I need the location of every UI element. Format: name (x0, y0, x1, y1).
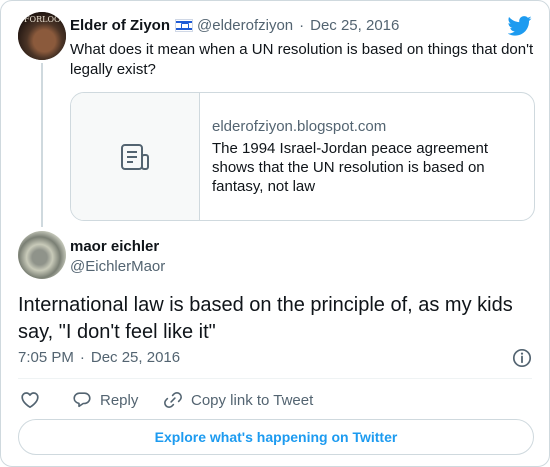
twitter-bird-icon[interactable] (508, 16, 532, 36)
info-icon[interactable] (512, 348, 532, 368)
main-author-avatar[interactable] (18, 231, 66, 279)
tweet-date: Dec 25, 2016 (90, 349, 181, 366)
timestamp-separator: · (79, 349, 85, 366)
explore-twitter-button[interactable]: Explore what's happening on Twitter (18, 419, 534, 455)
link-icon (164, 392, 182, 408)
reply-label: Reply (100, 391, 139, 409)
parent-tweet-header: Elder of Ziyon @elderofziyon · Dec 25, 2016 (70, 17, 399, 35)
thread-connector-line (41, 63, 43, 227)
reply-button[interactable]: Reply (72, 390, 138, 410)
avatar-logo-text: FORLOOK (24, 15, 66, 24)
parent-tweet-date[interactable]: Dec 25, 2016 (310, 17, 399, 34)
reply-icon (73, 392, 91, 408)
document-icon (121, 144, 149, 170)
heart-icon (21, 392, 39, 409)
parent-author-avatar[interactable]: FORLOOK (18, 12, 66, 60)
header-separator: · (299, 17, 305, 34)
parent-author-handle[interactable]: @elderofziyon (197, 17, 293, 34)
link-domain: elderofziyon.blogspot.com (212, 118, 387, 135)
main-author-name[interactable]: maor eichler (70, 238, 159, 256)
link-preview-card[interactable]: elderofziyon.blogspot.com The 1994 Israe… (70, 92, 535, 221)
like-button[interactable] (20, 390, 40, 410)
copy-link-label: Copy link to Tweet (191, 391, 314, 409)
main-author-handle[interactable]: @EichlerMaor (70, 258, 165, 276)
actions-divider (18, 378, 532, 379)
link-description: The 1994 Israel-Jordan peace agreement s… (212, 140, 489, 195)
tweet-embed-card: FORLOOK Elder of Ziyon @elderofziyon · Dec … (0, 0, 550, 467)
copy-link-button[interactable]: Copy link to Tweet (163, 390, 313, 410)
link-thumbnail (71, 93, 200, 220)
tweet-timestamp[interactable]: 7:05 PM · Dec 25, 2016 (18, 349, 180, 367)
parent-author-name[interactable]: Elder of Ziyon (70, 17, 170, 34)
parent-tweet-text: What does it mean when a UN resolution i… (70, 41, 534, 78)
tweet-time: 7:05 PM (18, 349, 74, 366)
main-tweet-text: International law is based on the princi… (18, 294, 513, 343)
israel-flag-icon (175, 18, 194, 32)
